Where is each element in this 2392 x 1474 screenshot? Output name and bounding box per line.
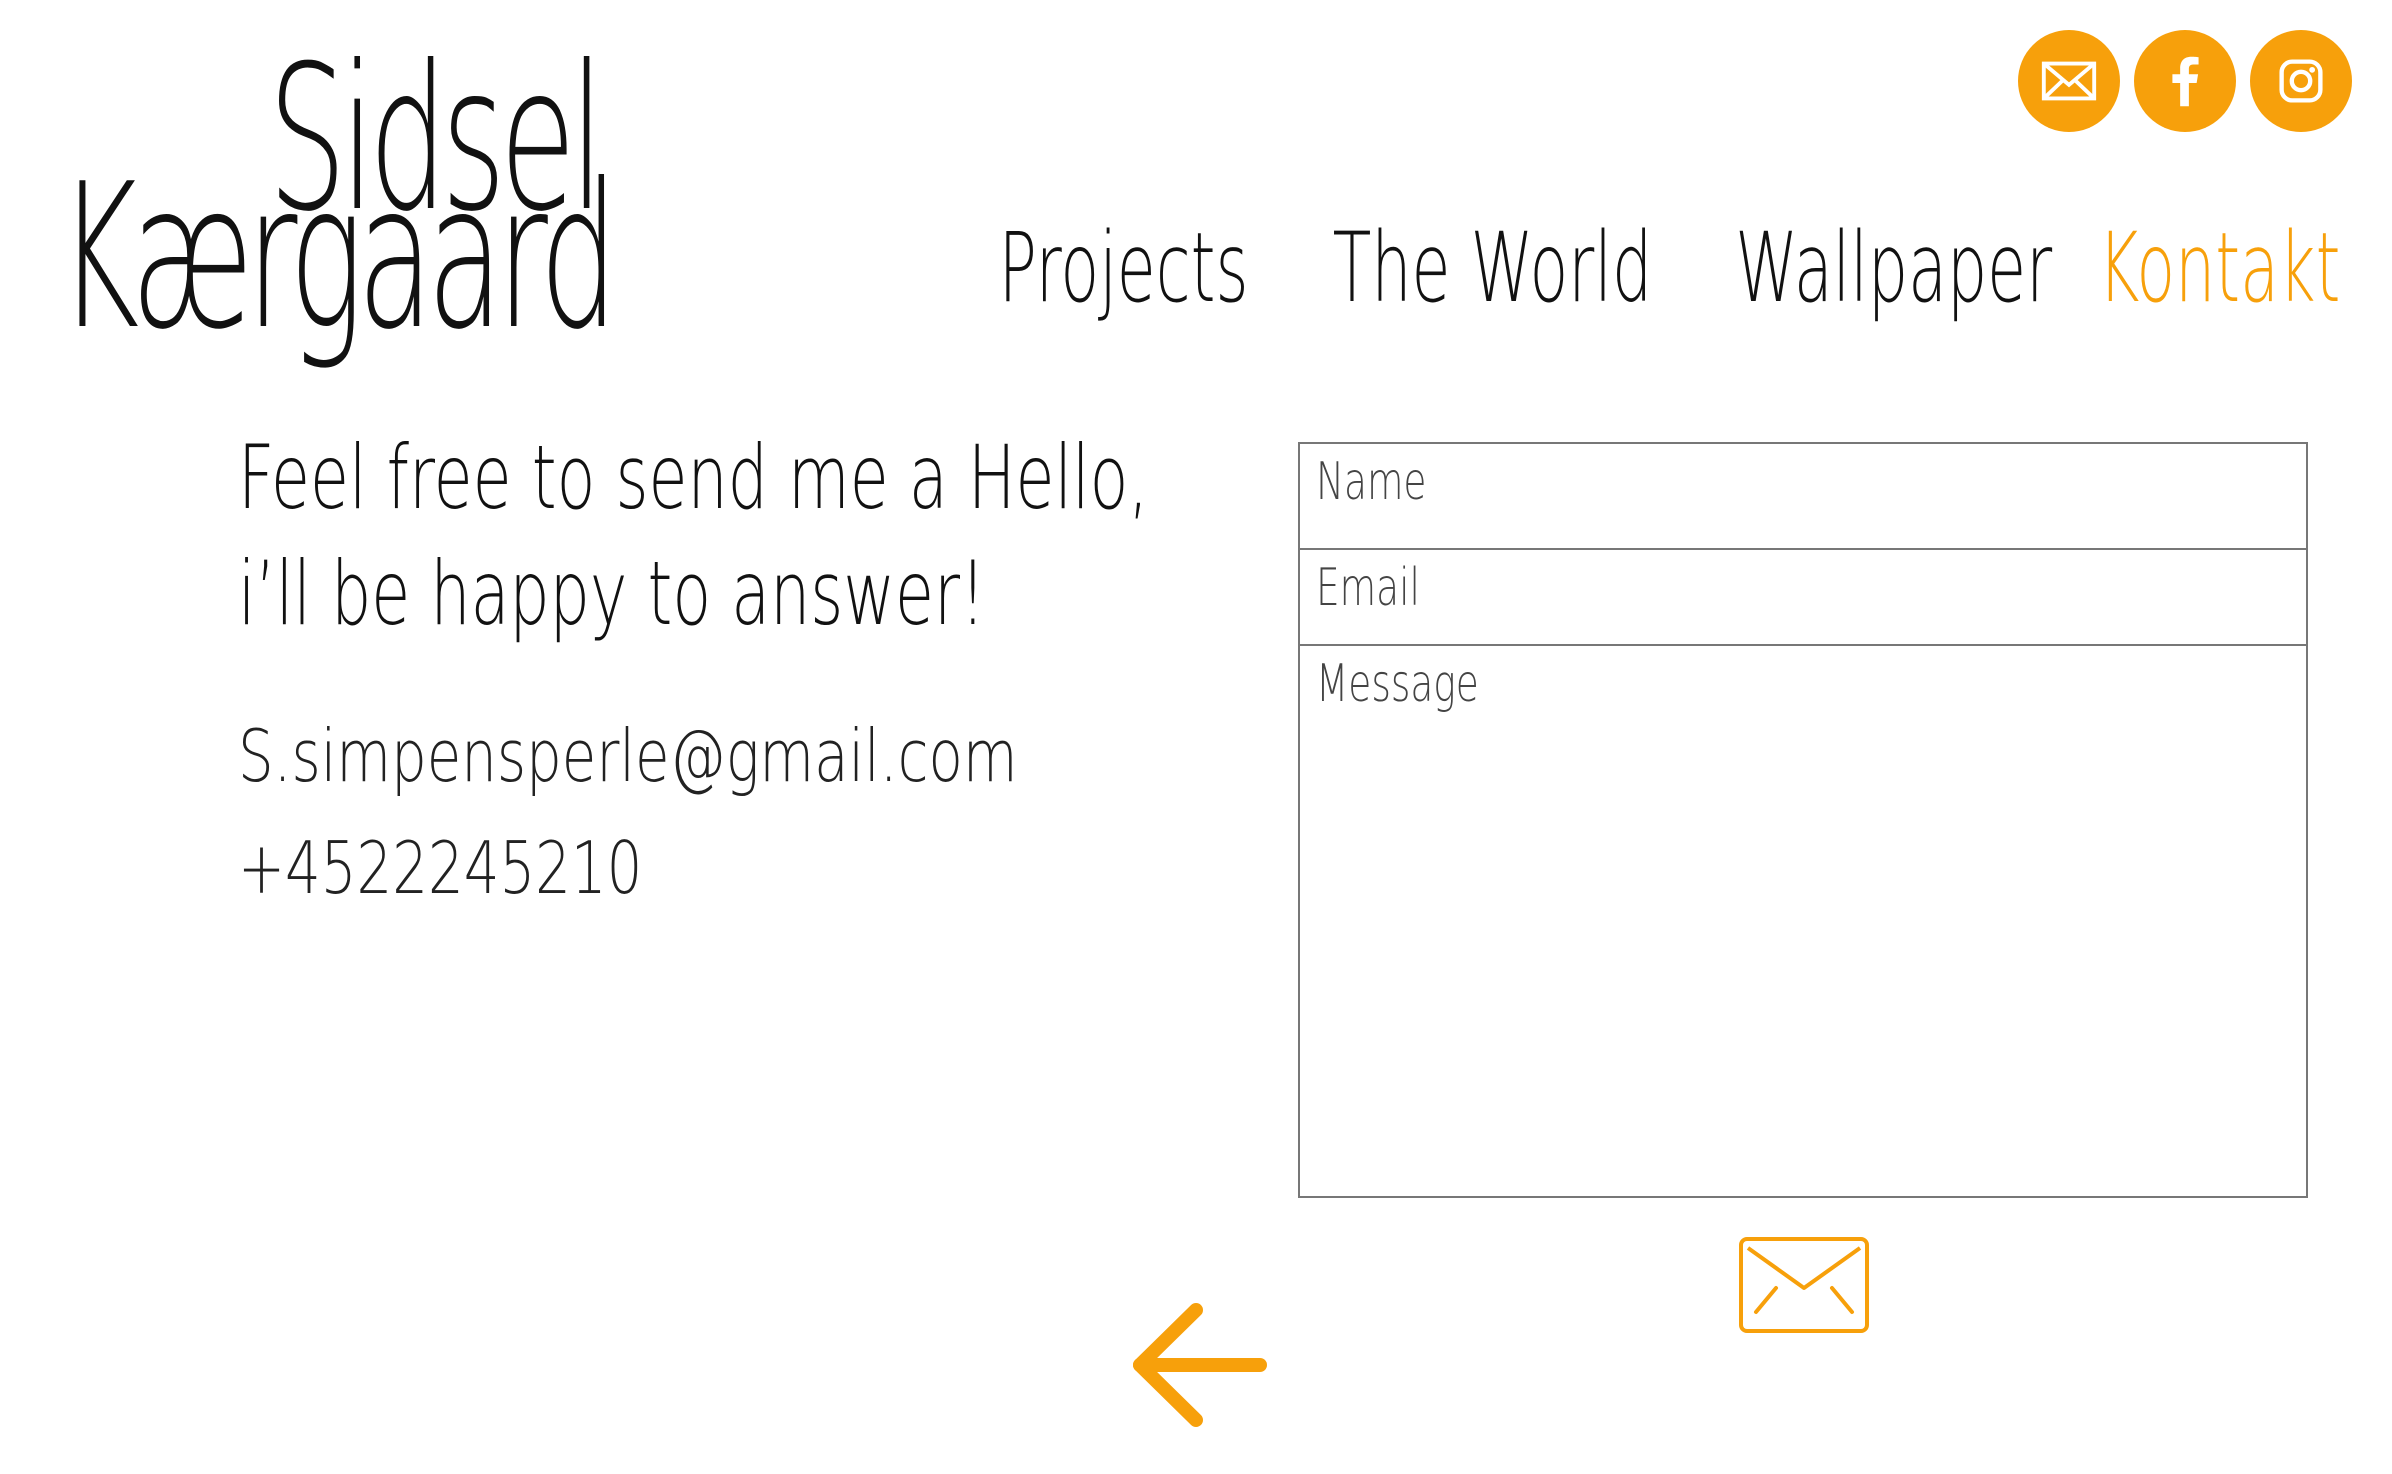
mail-icon	[2041, 61, 2097, 101]
facebook-icon	[2172, 56, 2199, 107]
contact-form: Name Email Message	[1298, 442, 2308, 1198]
nav-the-world[interactable]: The World	[1333, 220, 1653, 316]
email-field-wrapper: Email	[1300, 550, 2306, 646]
name-field-wrapper: Name	[1300, 444, 2306, 550]
social-facebook-button[interactable]	[2134, 30, 2236, 132]
instagram-icon	[2279, 59, 2323, 103]
social-mail-button[interactable]	[2018, 30, 2120, 132]
nav-projects[interactable]: Projects	[998, 220, 1248, 316]
intro-text: Feel free to send me a Hello, i’ll be ha…	[238, 420, 1149, 652]
intro-line-1: Feel free to send me a Hello,	[238, 426, 1149, 529]
envelope-icon	[1739, 1237, 1869, 1333]
site-logo[interactable]: Sidsel Kærgaard	[58, 40, 628, 358]
send-button[interactable]	[1738, 1236, 1870, 1334]
arrow-left-icon	[1133, 1303, 1267, 1427]
nav-kontakt[interactable]: Kontakt	[2097, 220, 2340, 316]
logo-last-name: Kærgaard	[58, 141, 618, 374]
message-field-wrapper: Message	[1300, 646, 2306, 1198]
back-button[interactable]	[1110, 1280, 1280, 1450]
message-input[interactable]	[1300, 646, 2306, 1198]
social-links	[2018, 30, 2352, 132]
name-input[interactable]	[1300, 444, 2306, 548]
main-nav: Projects The World Wallpaper Kontakt	[990, 220, 2340, 316]
nav-wallpaper[interactable]: Wallpaper	[1736, 220, 2053, 316]
intro-line-2: i’ll be happy to answer!	[238, 542, 986, 645]
social-instagram-button[interactable]	[2250, 30, 2352, 132]
contact-email[interactable]: S.simpensperle@gmail.com	[238, 720, 1018, 792]
email-input[interactable]	[1300, 550, 2306, 644]
contact-phone[interactable]: +4522245210	[238, 832, 642, 904]
